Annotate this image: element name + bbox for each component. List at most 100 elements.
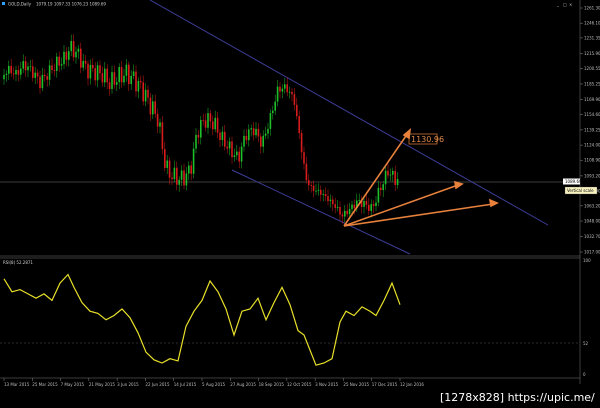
candle-body [291, 91, 293, 95]
candle-body [221, 131, 224, 141]
candle-body [104, 68, 106, 83]
candle-body [123, 75, 125, 83]
candle-body [308, 180, 310, 186]
candle-body [293, 94, 296, 105]
candle-body [132, 71, 135, 76]
candle-body [288, 91, 291, 93]
candle-body [168, 160, 171, 178]
candle-body [310, 185, 312, 186]
time-tick-label: 18 Sep 2015 [259, 382, 285, 387]
candle-body [154, 101, 156, 114]
candle-body [260, 136, 262, 147]
candle-body [341, 214, 344, 217]
candle-body [120, 67, 123, 83]
candle-body [171, 177, 173, 180]
candle-body [276, 86, 279, 102]
candle-body [344, 210, 346, 217]
candle-body [82, 60, 84, 68]
restore-button[interactable]: □ [563, 2, 567, 7]
candle-body [188, 165, 190, 174]
time-tick-label: 12 Jan 2016 [400, 382, 424, 387]
candle-body [75, 51, 77, 58]
time-tick-label: 21 May 2015 [89, 382, 116, 387]
candle-body [392, 170, 394, 175]
candle-body [176, 167, 178, 185]
candle-body [58, 56, 60, 66]
close-button[interactable]: × [569, 2, 572, 7]
candle-body [358, 199, 360, 201]
candle-body [22, 61, 24, 69]
candle-body [152, 101, 154, 115]
candle-body [305, 163, 308, 181]
price-tick-label: 1169.90 [584, 97, 600, 102]
candle-body [173, 167, 176, 180]
candle-body [269, 113, 272, 129]
candle-body [329, 199, 332, 202]
price-tick-label: 1200.55 [584, 66, 600, 71]
candle-body [87, 63, 89, 79]
candle-body [238, 151, 240, 162]
candle-body [240, 146, 243, 162]
candle-body [36, 72, 39, 77]
candle-body [99, 65, 101, 74]
candle-body [224, 131, 226, 147]
candle-body [219, 132, 221, 141]
candle-body [190, 165, 192, 174]
rsi-panel[interactable] [0, 258, 580, 378]
candle-body [183, 170, 185, 186]
candle-body [89, 65, 92, 79]
time-tick-label: 25 Mar 2015 [32, 382, 58, 387]
candle-body [286, 84, 288, 93]
candle-body [142, 82, 144, 102]
candle-body [63, 51, 65, 65]
candle-body [264, 133, 267, 136]
candle-body [257, 128, 260, 137]
time-tick-label: 3 Jun 2015 [117, 382, 139, 387]
time-tick-label: 7 May 2015 [61, 382, 85, 387]
price-tick-label: 1231.35 [584, 35, 600, 40]
candle-body [164, 149, 166, 168]
candle-body [332, 199, 334, 205]
candle-body [197, 134, 200, 138]
candle-body [245, 135, 248, 141]
candle-body [250, 128, 252, 130]
candle-body [252, 128, 255, 136]
candle-body [8, 65, 10, 74]
candle-body [322, 193, 324, 195]
candle-body [300, 133, 303, 153]
candle-body [375, 202, 377, 207]
candle-body [243, 135, 245, 147]
candle-body [200, 120, 202, 138]
candle-body [348, 209, 351, 215]
candle-body [34, 72, 36, 78]
price-tick-label: 1108.90 [584, 158, 600, 163]
candle-body [202, 120, 204, 121]
time-tick-label: 25 Nov 2015 [343, 382, 369, 387]
candle-body [72, 41, 75, 58]
candle-body [303, 152, 305, 164]
rsi-level-100: 100 [583, 258, 591, 263]
candle-body [46, 76, 48, 80]
candle-body [382, 184, 384, 190]
candle-body [226, 146, 228, 149]
window-controls: _ □ × [556, 2, 572, 7]
candle-body [137, 80, 140, 92]
candle-body [267, 128, 269, 134]
candle-body [231, 141, 233, 158]
candle-body [108, 82, 111, 89]
candle-body [353, 204, 356, 209]
candle-body [389, 174, 392, 176]
candle-body [29, 66, 32, 68]
candle-body [12, 73, 15, 75]
price-annotation-label: 1130.96 [411, 135, 444, 144]
candle-body [365, 200, 368, 205]
chart-window[interactable]: GOLD,Daily 1079.19 1097.33 1076.23 1089.… [0, 0, 600, 408]
candle-body [204, 120, 207, 128]
price-panel[interactable] [0, 0, 580, 256]
candle-body [380, 187, 382, 190]
vertical-scale-label: Vertical scale [567, 188, 594, 193]
candle-body [128, 64, 130, 84]
candle-body [5, 73, 8, 75]
candle-body [144, 89, 147, 102]
candle-body [248, 129, 250, 141]
